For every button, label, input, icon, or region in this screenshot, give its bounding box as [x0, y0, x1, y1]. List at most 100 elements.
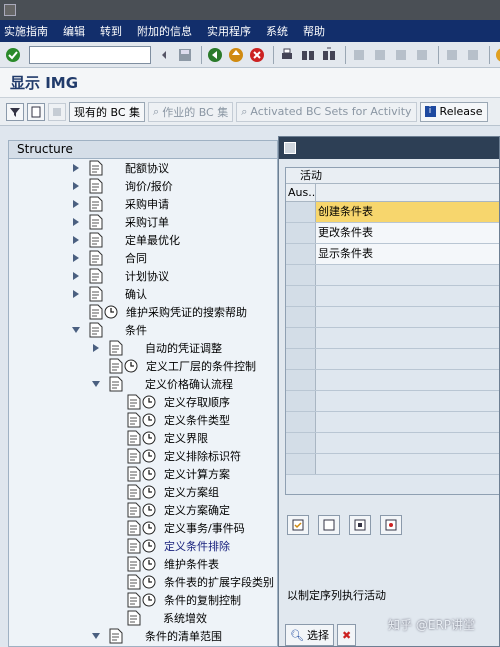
expand-arrow-icon[interactable] [71, 289, 81, 299]
tree-node[interactable]: 定义排除标识符 [109, 447, 241, 465]
exit-icon[interactable] [227, 46, 245, 64]
tree-node[interactable]: 系统增效 [109, 609, 207, 627]
column-activity[interactable] [316, 184, 499, 201]
expand-arrow-icon[interactable] [71, 181, 81, 191]
activity-cell[interactable] [316, 349, 499, 369]
execute-clock-icon[interactable] [142, 449, 156, 463]
activity-cell[interactable] [316, 265, 499, 285]
execute-clock-icon[interactable] [142, 539, 156, 553]
row-selector[interactable] [286, 349, 316, 369]
activated-bc-sets-button[interactable]: ⌕ Activated BC Sets for Activity [236, 101, 417, 122]
expand-arrow-icon[interactable] [71, 163, 81, 173]
tree-node[interactable]: 采购订单 [71, 213, 169, 231]
row-selector[interactable] [286, 286, 316, 306]
tree-node[interactable]: 维护采购凭证的搜索帮助 [71, 303, 247, 321]
cancel-icon[interactable] [248, 46, 266, 64]
execute-clock-icon[interactable] [142, 467, 156, 481]
grid-row[interactable] [286, 370, 499, 391]
tree-node[interactable]: 维护条件表 [109, 555, 219, 573]
tree-node[interactable]: 定义条件类型 [109, 411, 230, 429]
execute-sequence-icon[interactable] [380, 515, 402, 535]
cancel-dialog-button[interactable]: ✖ [336, 624, 357, 646]
collapse-arrow-icon[interactable] [91, 379, 101, 389]
tree-node[interactable]: 定义方案组 [109, 483, 219, 501]
execute-clock-icon[interactable] [142, 575, 156, 589]
tree-node[interactable]: 条件 [71, 321, 147, 339]
command-field[interactable] [29, 45, 151, 64]
shortcut-icon[interactable] [464, 46, 482, 64]
tree-node[interactable]: 定义存取顺序 [109, 393, 230, 411]
expand-arrow-icon[interactable] [71, 217, 81, 227]
row-selector[interactable] [286, 307, 316, 327]
expand-arrow-icon[interactable] [71, 271, 81, 281]
activity-cell[interactable] [316, 412, 499, 432]
check-icon[interactable] [4, 46, 22, 64]
tree-node[interactable]: 定义工厂层的条件控制 [91, 357, 256, 375]
grid-row[interactable] [286, 349, 499, 370]
prev-page-icon[interactable] [371, 46, 389, 64]
tree-node[interactable]: 配额协议 [71, 159, 169, 177]
collapse-arrow-icon[interactable] [71, 325, 81, 335]
tree-node[interactable]: 确认 [71, 285, 147, 303]
execute-clock-icon[interactable] [104, 305, 118, 319]
grid-row[interactable] [286, 307, 499, 328]
deselect-all-icon[interactable] [318, 515, 340, 535]
tree-node[interactable]: 条件的复制控制 [109, 591, 241, 609]
tree-node[interactable]: 合同 [71, 249, 147, 267]
filter-icon[interactable] [6, 102, 24, 121]
execute-clock-icon[interactable] [142, 431, 156, 445]
tree-node[interactable]: 定义界限 [109, 429, 208, 447]
row-selector[interactable] [286, 223, 316, 243]
activity-cell[interactable]: 更改条件表 [316, 223, 499, 243]
execute-clock-icon[interactable] [142, 521, 156, 535]
activity-cell[interactable] [316, 328, 499, 348]
select-button[interactable]: 🔍︎ 选择 [285, 624, 334, 646]
grid-row[interactable] [286, 391, 499, 412]
activity-cell[interactable] [316, 286, 499, 306]
menu-item[interactable]: 系统 [266, 23, 288, 39]
select-block-icon[interactable] [349, 515, 371, 535]
activity-cell[interactable]: 创建条件表 [316, 202, 499, 222]
row-selector[interactable] [286, 370, 316, 390]
menu-item[interactable]: 帮助 [303, 23, 325, 39]
new-session-icon[interactable] [443, 46, 461, 64]
collapse-arrow-icon[interactable] [91, 631, 101, 641]
activity-cell[interactable] [316, 433, 499, 453]
back-icon[interactable] [206, 46, 224, 64]
tree-node[interactable]: 条件表的扩展字段类别 [109, 573, 274, 591]
activity-cell[interactable] [316, 391, 499, 411]
grid-row[interactable]: 显示条件表 [286, 244, 499, 265]
execute-clock-icon[interactable] [124, 359, 138, 373]
find-icon[interactable] [299, 46, 317, 64]
menu-item[interactable]: 实用程序 [207, 23, 251, 39]
window-menu-icon[interactable] [4, 4, 16, 16]
tree-node[interactable]: 定单最优化 [71, 231, 180, 249]
grid-row[interactable] [286, 328, 499, 349]
help-icon[interactable]: ? [494, 46, 500, 64]
row-selector[interactable] [286, 454, 316, 474]
grid-row[interactable] [286, 265, 499, 286]
row-selector[interactable] [286, 244, 316, 264]
tree-node[interactable]: 定义价格确认流程 [91, 375, 233, 393]
copy-icon[interactable] [48, 102, 66, 121]
row-selector[interactable] [286, 202, 316, 222]
expand-arrow-icon[interactable] [71, 253, 81, 263]
tree-node[interactable]: 条件的清单范围 [91, 627, 222, 645]
execute-clock-icon[interactable] [142, 413, 156, 427]
release-button[interactable]: i Release [419, 101, 488, 122]
column-aus[interactable]: Aus... [286, 184, 319, 201]
grid-row[interactable] [286, 412, 499, 433]
tree-node[interactable]: 定义条件排除 [109, 537, 230, 555]
row-selector[interactable] [286, 328, 316, 348]
expand-arrow-icon[interactable] [91, 343, 101, 353]
tree-node[interactable]: 定义事务/事件码 [109, 519, 245, 537]
grid-row[interactable] [286, 433, 499, 454]
menu-item[interactable]: 编辑 [63, 23, 85, 39]
last-page-icon[interactable] [413, 46, 431, 64]
first-page-icon[interactable] [350, 46, 368, 64]
tree-node[interactable]: 定义计算方案 [109, 465, 230, 483]
existing-bc-sets-button[interactable]: 现有的 BC 集 [69, 101, 146, 122]
grid-row[interactable] [286, 286, 499, 307]
tree-node[interactable]: 计划协议 [71, 267, 169, 285]
save-icon[interactable] [176, 46, 194, 64]
